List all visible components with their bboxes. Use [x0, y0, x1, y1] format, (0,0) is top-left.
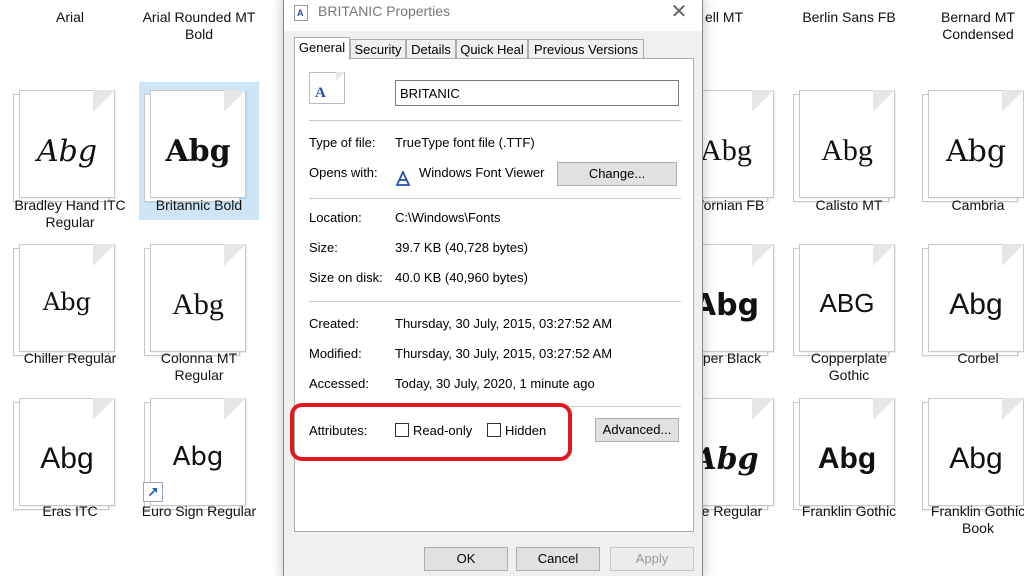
font-viewer-icon	[395, 169, 411, 191]
tab-details[interactable]: Details	[406, 39, 456, 59]
font-sample: Abg	[42, 288, 92, 316]
tab-quick-heal[interactable]: Quick Heal	[456, 39, 528, 59]
opens-with-label: Opens with:	[309, 165, 378, 180]
modified-value: Thursday, 30 July, 2015, 03:27:52 AM	[395, 346, 613, 361]
font-file-icon[interactable]: Abg	[13, 90, 123, 204]
font-tile-label[interactable]: Chiller Regular	[10, 350, 130, 367]
title-bar[interactable]: A BRITANIC Properties ✕	[284, 0, 702, 31]
font-tile-label[interactable]: Colonna MT Regular	[139, 350, 259, 384]
tab-previous-versions[interactable]: Previous Versions	[528, 39, 644, 59]
font-tile-label[interactable]: Copperplate Gothic	[789, 350, 909, 384]
font-tile-label[interactable]: Calisto MT	[789, 197, 909, 214]
dialog-title: BRITANIC Properties	[318, 3, 450, 19]
close-icon: ✕	[670, 1, 688, 23]
apply-button[interactable]: Apply	[610, 547, 694, 571]
font-file-icon[interactable]: Abg	[13, 398, 123, 512]
font-file-icon[interactable]: Abg	[144, 244, 254, 358]
file-name-input[interactable]	[395, 80, 679, 106]
ok-button[interactable]: OK	[424, 547, 508, 571]
created-value: Thursday, 30 July, 2015, 03:27:52 AM	[395, 316, 613, 331]
font-tile-label[interactable]: Cambria	[918, 197, 1024, 214]
cancel-button[interactable]: Cancel	[516, 547, 600, 571]
font-sample: Abg	[165, 134, 231, 169]
font-file-icon: A	[309, 72, 345, 104]
font-tile-label[interactable]: Arial	[10, 9, 130, 26]
font-file-icon[interactable]: Abg	[793, 90, 903, 204]
close-button[interactable]: ✕	[666, 0, 692, 25]
font-sample: Abg	[817, 442, 877, 475]
font-file-icon[interactable]: Abg	[144, 90, 254, 204]
font-tile-label[interactable]: Franklin Gothic	[789, 503, 909, 520]
location-value: C:\Windows\Fonts	[395, 210, 501, 225]
font-file-icon[interactable]: ABG	[793, 244, 903, 358]
font-file-icon[interactable]: Abg	[922, 398, 1024, 512]
type-of-file-label: Type of file:	[309, 135, 376, 150]
font-tile-label[interactable]: Arial Rounded MT Bold	[139, 9, 259, 43]
font-sample: Abg	[949, 442, 1003, 475]
font-tile-label[interactable]: Euro Sign Regular	[139, 503, 259, 520]
font-tile-label[interactable]: Bradley Hand ITC Regular	[10, 197, 130, 231]
font-file-icon[interactable]: Abg	[793, 398, 903, 512]
font-tile-label[interactable]: Berlin Sans FB	[789, 9, 909, 26]
type-of-file-value: TrueType font file (.TTF)	[395, 135, 535, 150]
font-file-icon[interactable]: Abg	[922, 244, 1024, 358]
attributes-highlight-annotation	[290, 403, 572, 461]
shortcut-arrow-icon: ↗	[143, 482, 163, 502]
modified-label: Modified:	[309, 346, 362, 361]
tab-general[interactable]: General	[294, 37, 350, 60]
properties-dialog: A BRITANIC Properties ✕ General Security…	[283, 0, 703, 576]
font-sample: Abg	[172, 288, 224, 321]
created-label: Created:	[309, 316, 359, 331]
tab-security[interactable]: Security	[350, 39, 406, 59]
font-file-icon: A	[294, 5, 308, 21]
advanced-button[interactable]: Advanced...	[595, 418, 679, 442]
font-file-icon[interactable]: Abg	[922, 90, 1024, 204]
divider	[309, 301, 681, 302]
font-file-icon[interactable]: Abg	[13, 244, 123, 358]
font-tile-label[interactable]: Corbel	[918, 350, 1024, 367]
font-sample: Abg	[949, 288, 1003, 321]
font-sample: Abg	[36, 134, 98, 169]
font-sample: Abg	[40, 442, 94, 475]
font-sample: Abg	[945, 134, 1007, 169]
font-sample: Abg	[172, 442, 224, 472]
change-button[interactable]: Change...	[557, 162, 677, 186]
location-label: Location:	[309, 210, 362, 225]
size-value: 39.7 KB (40,728 bytes)	[395, 240, 528, 255]
size-on-disk-value: 40.0 KB (40,960 bytes)	[395, 270, 528, 285]
font-tile-label[interactable]: Britannic Bold	[139, 197, 259, 214]
font-sample: Abg	[821, 134, 873, 167]
font-tile-label[interactable]: Bernard MT Condensed	[918, 9, 1024, 43]
size-on-disk-label: Size on disk:	[309, 270, 383, 285]
divider	[309, 198, 681, 199]
size-label: Size:	[309, 240, 338, 255]
font-sample: ABG	[819, 288, 875, 318]
font-tile-label[interactable]: Eras ITC	[10, 503, 130, 520]
accessed-value: Today, 30 July, 2020, 1 minute ago	[395, 376, 595, 391]
accessed-label: Accessed:	[309, 376, 369, 391]
opens-with-value: Windows Font Viewer	[419, 165, 545, 180]
font-tile-label[interactable]: Franklin Gothic Book	[918, 503, 1024, 537]
divider	[309, 120, 681, 121]
